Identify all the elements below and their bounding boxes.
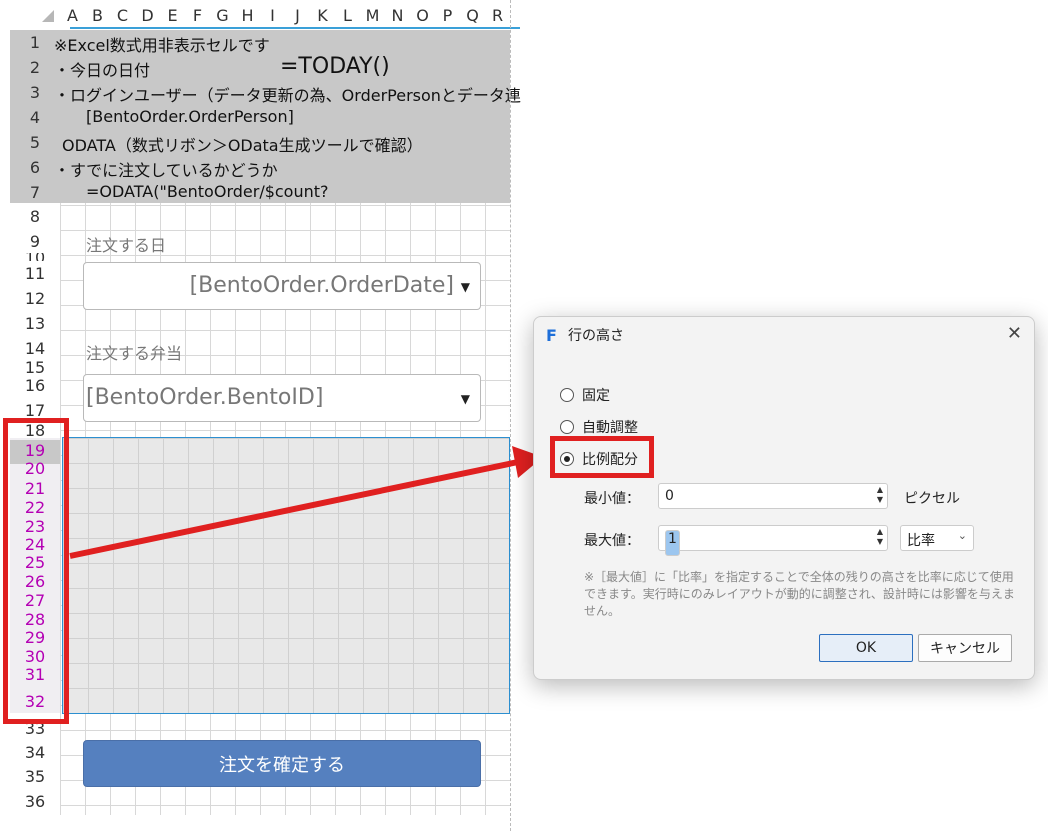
column-header-B[interactable]: B [85,0,110,30]
cancel-button[interactable]: キャンセル [918,634,1012,662]
column-header-Q[interactable]: Q [460,0,485,30]
column-header-L[interactable]: L [335,0,360,30]
note-line-1: ※Excel数式用非表示セルです [54,36,270,55]
row-header-5[interactable]: 5 [10,130,60,154]
row-height-dialog: F 行の高さ ✕ 固定 自動調整 比例配分 最小値： 0 ▲ ▼ ピクセル 最大値… [533,316,1035,680]
note-line-2: ・今日の日付 [54,61,151,80]
column-header-J[interactable]: J [285,0,310,30]
radio-circle-icon [560,388,574,402]
column-header-O[interactable]: O [410,0,435,30]
page-break-line [510,0,511,831]
note-line-6: ・すでに注文しているかどうか [54,161,278,180]
app-logo-icon: F [546,326,557,345]
radio-auto-label: 自動調整 [582,420,638,436]
column-header-M[interactable]: M [360,0,385,30]
column-header-F[interactable]: F [185,0,210,30]
note-line-7: =ODATA("BentoOrder/$count? [86,182,329,201]
row-header-6[interactable]: 6 [10,155,60,179]
row-header-15[interactable]: 15 [10,361,60,373]
radio-auto[interactable]: 自動調整 [560,417,638,437]
select-all-corner[interactable] [10,0,60,30]
max-value-stepper[interactable]: 1 ▲ ▼ [658,525,888,556]
column-header-E[interactable]: E [160,0,185,30]
bento-combobox[interactable]: [BentoOrder.BentoID] ▼ [83,374,481,422]
max-value: 1 [665,530,680,556]
dialog-title: 行の高さ [568,328,624,344]
bento-label: 注文する弁当 [86,344,183,363]
chevron-down-icon: ⌄ [957,529,967,542]
row-header-11[interactable]: 11 [10,261,60,285]
column-header-G[interactable]: G [210,0,235,30]
column-header-K[interactable]: K [310,0,335,30]
note-line-5: ODATA（数式リボン＞OData生成ツールで確認） [62,136,423,155]
note-line-3: ・ログインユーザー（データ更新の為、OrderPersonとデータ連 [54,86,521,105]
row-header-16[interactable]: 16 [10,373,60,397]
row-header-8[interactable]: 8 [10,204,60,228]
column-header-A[interactable]: A [60,0,85,30]
max-unit-select[interactable]: 比率 ⌄ [900,525,974,551]
row-header-1[interactable]: 1 [10,30,60,54]
row-header-14[interactable]: 14 [10,336,60,360]
hint-text: ※［最大値］に「比率」を指定することで全体の残りの高さを比率に応じて使用できます… [584,570,1015,618]
column-header-R[interactable]: R [485,0,510,30]
column-header-H[interactable]: H [235,0,260,30]
note-line-4: [BentoOrder.OrderPerson] [86,107,294,126]
spin-arrows-icon[interactable]: ▲ ▼ [877,485,883,505]
min-unit: ピクセル [904,491,960,507]
chevron-down-icon: ▼ [460,280,470,294]
max-unit-value: 比率 [907,533,935,549]
order-date-value: [BentoOrder.OrderDate] [189,273,454,298]
max-label: 最大値： [584,533,640,549]
confirm-order-button[interactable]: 注文を確定する [83,740,481,787]
min-value-stepper[interactable]: 0 ▲ ▼ [658,483,888,509]
row-headers-highlight [3,418,69,724]
column-header-P[interactable]: P [435,0,460,30]
ratio-option-highlight [550,436,654,478]
min-label: 最小値： [584,491,640,507]
row-header-35[interactable]: 35 [10,764,60,788]
row-header-2[interactable]: 2 [10,55,60,79]
min-value: 0 [665,488,674,504]
today-formula: =TODAY() [280,54,390,79]
radio-fixed-label: 固定 [582,388,610,404]
row-header-13[interactable]: 13 [10,311,60,335]
column-header-C[interactable]: C [110,0,135,30]
order-date-label: 注文する日 [86,236,167,255]
row-header-3[interactable]: 3 [10,80,60,104]
row-header-4[interactable]: 4 [10,105,60,129]
chevron-down-icon: ▼ [460,392,470,406]
spin-arrows-icon[interactable]: ▲ ▼ [877,527,883,547]
row-header-9[interactable]: 9 [10,229,60,253]
row-header-12[interactable]: 12 [10,286,60,310]
radio-circle-icon [560,420,574,434]
dialog-titlebar: F 行の高さ ✕ [534,317,1034,353]
radio-fixed[interactable]: 固定 [560,385,610,405]
close-icon[interactable]: ✕ [1007,323,1022,344]
row-header-10[interactable]: 10 [10,253,60,261]
selected-rows-range[interactable] [62,437,510,714]
column-header-N[interactable]: N [385,0,410,30]
bento-value: [BentoOrder.BentoID] [86,385,324,410]
order-date-combobox[interactable]: [BentoOrder.OrderDate] ▼ [83,262,481,310]
select-all-triangle-icon [42,10,54,22]
row-header-34[interactable]: 34 [10,740,60,764]
row-header-7[interactable]: 7 [10,180,60,204]
column-header-I[interactable]: I [260,0,285,30]
column-header-D[interactable]: D [135,0,160,30]
ok-button[interactable]: OK [819,634,913,662]
row-header-36[interactable]: 36 [10,789,60,813]
